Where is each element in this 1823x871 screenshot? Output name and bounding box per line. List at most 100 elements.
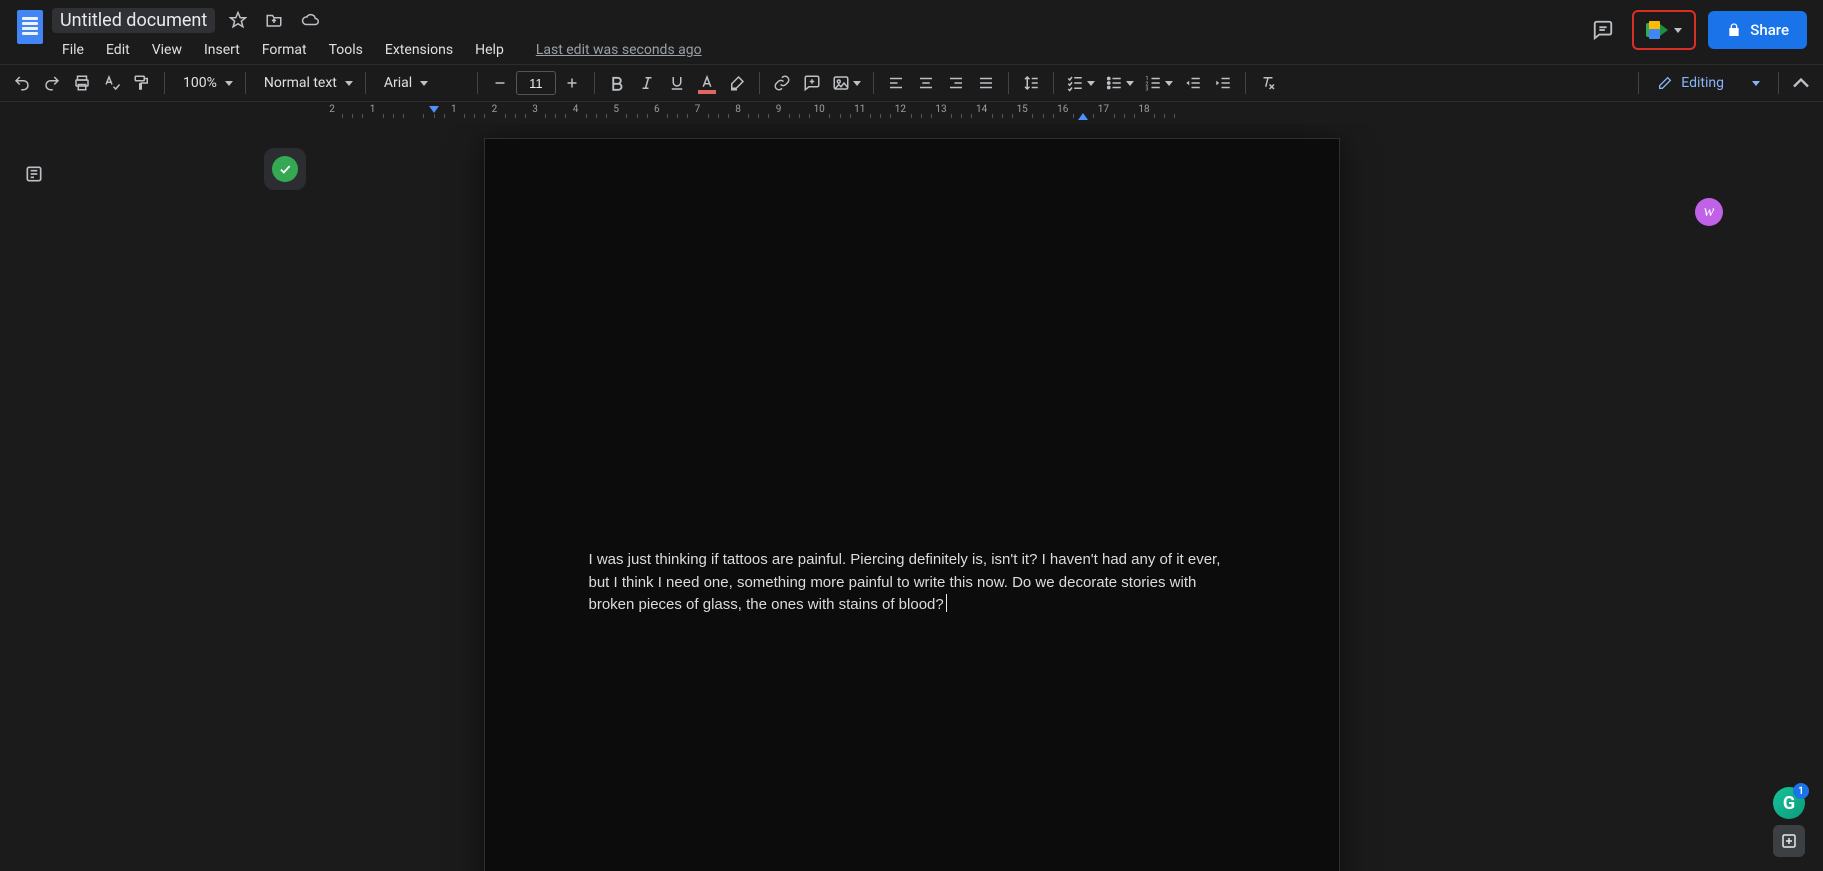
right-indent-marker[interactable] (1078, 113, 1088, 120)
cloud-status-icon[interactable] (297, 7, 323, 33)
meet-icon (1646, 21, 1668, 39)
bulleted-list-button[interactable] (1101, 69, 1138, 97)
toolbar: 100% Normal text Arial 123 (0, 64, 1823, 102)
text-cursor (946, 594, 947, 612)
left-indent-marker[interactable] (429, 106, 439, 113)
toolbar-separator (873, 72, 874, 94)
decrease-indent-button[interactable] (1179, 69, 1207, 97)
align-center-button[interactable] (912, 69, 940, 97)
docs-logo[interactable] (8, 6, 52, 44)
menu-view[interactable]: View (142, 38, 192, 62)
zoom-value: 100% (183, 75, 217, 91)
align-right-button[interactable] (942, 69, 970, 97)
align-justify-button[interactable] (972, 69, 1000, 97)
menu-bar: File Edit View Insert Format Tools Exten… (52, 34, 702, 66)
ruler-label: 10 (814, 104, 825, 115)
horizontal-ruler[interactable]: 21123456789101112131415161718 (0, 102, 1823, 122)
move-icon[interactable] (261, 7, 287, 33)
insert-link-button[interactable] (768, 69, 796, 97)
toolbar-separator (245, 72, 246, 94)
star-icon[interactable] (225, 7, 251, 33)
menu-tools[interactable]: Tools (319, 38, 373, 62)
font-family-value: Arial (384, 75, 412, 91)
ruler-label: 13 (935, 104, 946, 115)
ruler-label: 2 (329, 104, 335, 115)
font-size-decrease-button[interactable] (486, 69, 514, 97)
highlight-color-button[interactable] (723, 69, 751, 97)
add-comment-button[interactable] (798, 69, 826, 97)
ruler-label: 15 (1017, 104, 1028, 115)
toolbar-separator (365, 72, 366, 94)
print-button[interactable] (68, 69, 96, 97)
ruler-label: 17 (1098, 104, 1109, 115)
share-label: Share (1750, 21, 1789, 39)
wordtune-glyph: w (1704, 203, 1715, 221)
doc-title-input[interactable]: Untitled document (52, 8, 215, 33)
editing-mode-button[interactable]: Editing (1647, 69, 1770, 97)
chevron-down-icon (225, 81, 233, 86)
chevron-down-icon (1752, 81, 1760, 86)
ruler-label: 8 (735, 104, 741, 115)
ruler-label: 14 (976, 104, 987, 115)
document-content[interactable]: I was just thinking if tattoos are painf… (589, 551, 1225, 613)
grammarly-badge[interactable]: G 1 (1773, 787, 1805, 819)
underline-button[interactable] (663, 69, 691, 97)
explore-button[interactable] (1773, 825, 1805, 857)
document-page[interactable]: I was just thinking if tattoos are painf… (485, 139, 1339, 871)
numbered-list-button[interactable]: 123 (1140, 69, 1177, 97)
menu-help[interactable]: Help (465, 38, 514, 62)
collapse-toolbar-button[interactable] (1787, 69, 1815, 97)
menu-format[interactable]: Format (252, 38, 317, 62)
undo-button[interactable] (8, 69, 36, 97)
text-color-swatch (698, 90, 716, 94)
font-size-input[interactable] (516, 71, 556, 95)
title-row: Untitled document (52, 6, 702, 34)
svg-text:3: 3 (1145, 87, 1148, 93)
ruler-label: 4 (573, 104, 579, 115)
paint-format-button[interactable] (128, 69, 156, 97)
chevron-down-icon (1087, 81, 1095, 86)
meet-button[interactable] (1632, 10, 1696, 50)
font-family-dropdown[interactable]: Arial (374, 69, 469, 97)
text-color-button[interactable] (693, 69, 721, 97)
italic-button[interactable] (633, 69, 661, 97)
menu-file[interactable]: File (52, 38, 94, 62)
clear-formatting-button[interactable] (1254, 69, 1282, 97)
ruler-label: 2 (492, 104, 498, 115)
redo-button[interactable] (38, 69, 66, 97)
grammarly-glyph: G (1783, 793, 1795, 814)
editing-mode-group: Editing (1632, 69, 1815, 97)
toolbar-separator (1008, 72, 1009, 94)
checklist-button[interactable] (1062, 69, 1099, 97)
paragraph-style-dropdown[interactable]: Normal text (254, 69, 357, 97)
chevron-down-icon (1165, 81, 1173, 86)
last-edit-link[interactable]: Last edit was seconds ago (536, 42, 702, 58)
editing-mode-label: Editing (1681, 75, 1724, 91)
ruler-label: 9 (776, 104, 782, 115)
bold-button[interactable] (603, 69, 631, 97)
toolbar-separator (1053, 72, 1054, 94)
comment-history-icon[interactable] (1586, 13, 1620, 47)
grammarly-count: 1 (1793, 783, 1809, 799)
line-spacing-button[interactable] (1017, 69, 1045, 97)
spellcheck-ok-badge[interactable] (264, 148, 306, 190)
chevron-down-icon (1126, 81, 1134, 86)
font-size-increase-button[interactable] (558, 69, 586, 97)
toolbar-separator (594, 72, 595, 94)
menu-extensions[interactable]: Extensions (375, 38, 463, 62)
show-outline-button[interactable] (18, 158, 50, 190)
paragraph-style-value: Normal text (264, 75, 337, 91)
workspace: I was just thinking if tattoos are painf… (0, 124, 1823, 871)
share-button[interactable]: Share (1708, 11, 1807, 49)
zoom-dropdown[interactable]: 100% (173, 69, 237, 97)
chevron-down-icon (345, 81, 353, 86)
align-left-button[interactable] (882, 69, 910, 97)
ruler-label: 16 (1057, 104, 1068, 115)
increase-indent-button[interactable] (1209, 69, 1237, 97)
menu-insert[interactable]: Insert (194, 38, 250, 62)
insert-image-button[interactable] (828, 69, 865, 97)
menu-edit[interactable]: Edit (96, 38, 140, 62)
wordtune-badge[interactable]: w (1695, 198, 1723, 226)
chevron-down-icon (853, 81, 861, 86)
spellcheck-button[interactable] (98, 69, 126, 97)
